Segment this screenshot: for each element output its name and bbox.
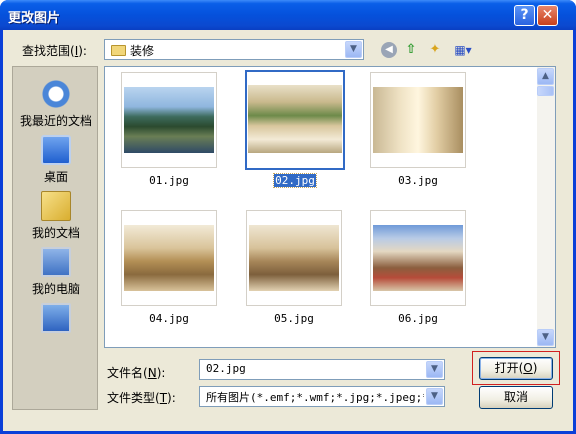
file-name[interactable]: 04.jpg (121, 312, 217, 325)
file-thumbnail[interactable] (246, 210, 342, 306)
file-name-text: 06.jpg (398, 312, 438, 325)
vertical-scrollbar[interactable]: ▲ ▼ (537, 67, 555, 347)
desktop-icon (41, 135, 71, 165)
file-thumbnail[interactable] (121, 210, 217, 306)
place-label: 我最近的文档 (19, 114, 92, 128)
file-name[interactable]: 06.jpg (370, 312, 466, 325)
place-label: 我的文档 (31, 226, 80, 240)
place-label: 桌面 (43, 170, 68, 184)
place-label: 我的电脑 (31, 282, 80, 296)
place-desktop[interactable]: 桌面 (13, 135, 99, 185)
chevron-down-icon[interactable]: ▼ (345, 41, 362, 58)
file-thumbnail-selected[interactable] (245, 70, 345, 170)
file-name[interactable]: 05.jpg (246, 312, 342, 325)
thumbnail-image (249, 225, 339, 291)
back-icon[interactable]: ◀ (381, 42, 397, 58)
thumbnail-image (248, 85, 342, 153)
file-name-text: 03.jpg (398, 174, 438, 187)
place-recent-documents[interactable]: 我最近的文档 (13, 79, 99, 129)
recent-documents-icon (41, 79, 71, 109)
open-button-label: 打开 (494, 361, 519, 375)
file-name-text: 02.jpg (273, 173, 317, 188)
file-name[interactable]: 01.jpg (121, 174, 217, 187)
filetype-combobox[interactable]: 所有图片(*.emf;*.wmf;*.jpg;*.jpeg;*.j ▼ (199, 386, 445, 407)
filetype-hotkey: T (159, 391, 168, 405)
filename-label-text: 文件名 (107, 366, 144, 380)
filename-label: 文件名(N): (107, 366, 166, 380)
help-button[interactable]: ? (514, 5, 535, 26)
file-name-selected[interactable]: 02.jpg (247, 173, 343, 188)
place-network[interactable] (13, 303, 99, 336)
scrollbar-thumb[interactable] (537, 86, 554, 96)
new-folder-icon[interactable]: ✦ (427, 42, 443, 58)
filename-value[interactable]: 02.jpg (206, 362, 246, 375)
filetype-value: 所有图片(*.emf;*.wmf;*.jpg;*.jpeg;*.j (206, 391, 424, 404)
title-bar[interactable]: 更改图片 ? ✕ (0, 0, 576, 30)
lookin-value: 装修 (130, 44, 155, 58)
scroll-down-icon[interactable]: ▼ (537, 329, 554, 346)
file-name[interactable]: 03.jpg (370, 174, 466, 187)
place-my-documents[interactable]: 我的文档 (13, 191, 99, 241)
file-name-text: 04.jpg (149, 312, 189, 325)
folder-icon (111, 45, 126, 56)
thumbnail-image (373, 87, 463, 153)
up-folder-icon[interactable]: ⇧ (403, 42, 419, 58)
place-my-computer[interactable]: 我的电脑 (13, 247, 99, 297)
network-places-icon (41, 303, 71, 333)
file-thumbnail[interactable] (121, 72, 217, 168)
file-thumbnail[interactable] (370, 210, 466, 306)
window-title: 更改图片 (8, 11, 61, 26)
chevron-down-icon[interactable]: ▼ (426, 388, 443, 405)
filename-hotkey: N (147, 366, 157, 380)
my-documents-icon (41, 191, 71, 221)
thumbnail-image (124, 87, 214, 153)
lookin-hotkey: I (74, 44, 79, 58)
filetype-label: 文件类型(T): (107, 391, 176, 405)
thumbnail-image (373, 225, 463, 291)
file-thumbnail[interactable] (370, 72, 466, 168)
thumbnail-image (124, 225, 214, 291)
lookin-label: 查找范围(I): (22, 44, 87, 58)
lookin-label-text: 查找范围 (22, 44, 71, 58)
file-name-text: 01.jpg (149, 174, 189, 187)
lookin-combobox[interactable]: 装修 ▼ (104, 39, 364, 60)
places-bar: 我最近的文档 桌面 我的文档 我的电脑 (12, 66, 98, 410)
file-name-text: 05.jpg (274, 312, 314, 325)
filetype-label-text: 文件类型 (107, 391, 156, 405)
close-button[interactable]: ✕ (537, 5, 558, 26)
filename-combobox[interactable]: 02.jpg ▼ (199, 359, 445, 380)
cancel-button[interactable]: 取消 (479, 386, 553, 409)
open-button[interactable]: 打开(O) (479, 357, 553, 380)
chevron-down-icon[interactable]: ▼ (426, 361, 443, 378)
open-hotkey: O (523, 361, 533, 375)
views-menu-icon[interactable]: ▦▾ (452, 42, 474, 58)
my-computer-icon (41, 247, 71, 277)
scroll-up-icon[interactable]: ▲ (537, 68, 554, 85)
